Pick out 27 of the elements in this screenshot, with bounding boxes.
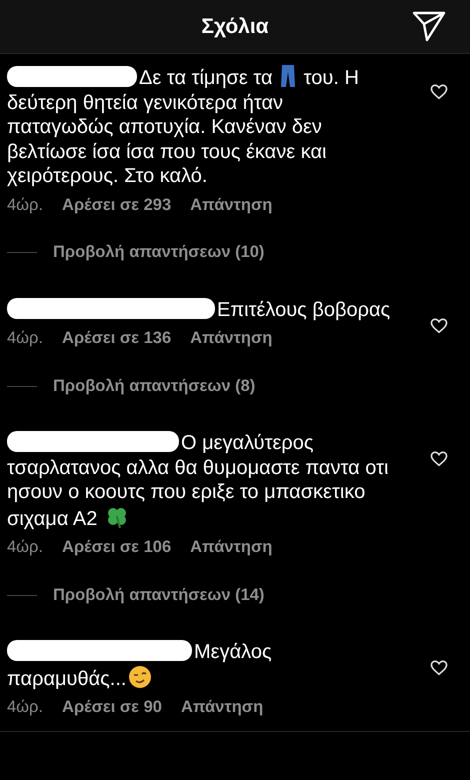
heart-icon[interactable] [430, 318, 448, 334]
view-replies-link[interactable]: Προβολή απαντήσεων (14) [53, 586, 264, 604]
likes-count[interactable]: Αρέσει σε 136 [62, 329, 172, 348]
jeans-icon [280, 64, 296, 88]
comment-time: 4ώρ. [7, 538, 44, 557]
reply-link[interactable]: Απάντηση [190, 538, 272, 557]
winking-face-icon [128, 664, 152, 688]
heart-icon[interactable] [430, 84, 448, 100]
likes-count[interactable]: Αρέσει σε 106 [62, 538, 172, 557]
view-replies-link[interactable]: Προβολή απαντήσεων (8) [53, 376, 256, 396]
reply-link[interactable]: Απάντηση [190, 196, 272, 214]
reply-link[interactable]: Απάντηση [180, 698, 264, 717]
heart-icon[interactable] [430, 660, 448, 676]
heart-icon[interactable] [430, 451, 448, 467]
comment-time: 4ώρ. [7, 698, 44, 717]
likes-count[interactable]: Αρέσει σε 293 [62, 196, 172, 214]
view-replies-link[interactable]: Προβολή απαντήσεων (10) [53, 243, 264, 262]
comment-time: 4ώρ. [7, 329, 44, 348]
reply-link[interactable]: Απάντηση [190, 329, 272, 348]
page-title: Σχόλια [201, 14, 269, 38]
send-icon[interactable] [412, 10, 446, 42]
comment-text: Δε τα τίμησε τα του. Η δεύτερη θητεία γενικότερα ήταν παταγωδώς αποτυχία. Κανέναν δεν βελτίωσε ίσα ίσα που τους έκανε και χειρότερους. Στο καλό. [7, 64, 391, 188]
comment-time: 4ώρ. [7, 196, 44, 214]
comment-text: Επιτέλους βοβορας [7, 298, 391, 322]
comment-text: Μεγάλος παραμυθάς... [7, 640, 273, 691]
comment-text: Ο μεγαλύτερος τσαρλατανος αλλα θα θυμομαστε παντα οτι ησουν ο κοουτς που εριξε το μπασκετικο σιχαμα Α2 [7, 431, 390, 531]
likes-count[interactable]: Αρέσει σε 90 [62, 698, 162, 717]
